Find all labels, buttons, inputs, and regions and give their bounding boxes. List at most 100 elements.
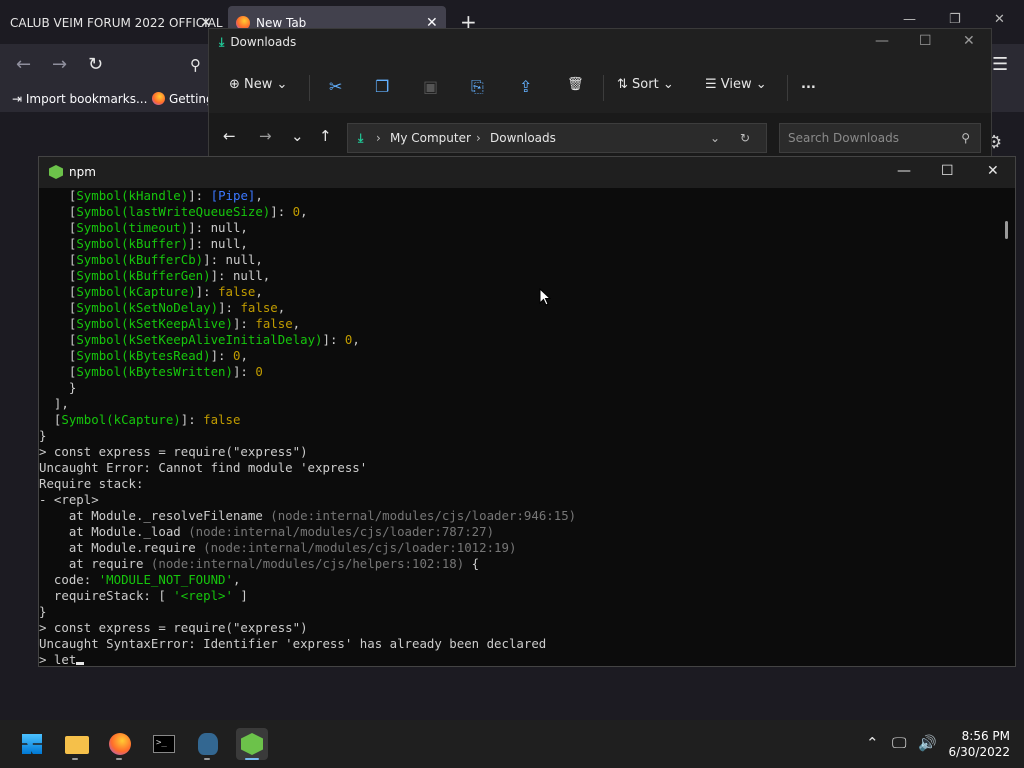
terminal-text: , (352, 332, 360, 347)
browser-tab-calub[interactable]: CALUB VEIM FORUM 2022 OFFICIAL ✕ (0, 6, 230, 40)
network-icon[interactable]: 🖵 (892, 734, 906, 752)
terminal-text: ]: null, (188, 220, 248, 235)
divider (603, 75, 604, 101)
firefox-icon (152, 92, 165, 105)
terminal-text: ]: (218, 300, 241, 315)
view-icon: ☰ (705, 77, 721, 92)
close-icon[interactable]: ✕ (963, 33, 975, 49)
address-bar[interactable]: ⤓ › My Computer › Downloads ⌄ ↻ (347, 123, 767, 153)
terminal-line: at require (node:internal/modules/cjs/he… (39, 556, 999, 572)
cut-icon[interactable]: ✂ (329, 77, 342, 96)
sort-button[interactable]: ⇅ Sort ⌄ (617, 77, 674, 92)
terminal-text: [ (39, 268, 77, 283)
back-icon[interactable]: ← (223, 127, 236, 145)
taskbar-terminal[interactable]: >_ (148, 728, 180, 760)
close-icon[interactable]: ✕ (987, 163, 999, 179)
terminal-text: at Module._resolveFilename (39, 508, 271, 523)
maximize-icon[interactable]: ☐ (919, 33, 932, 49)
terminal-text: [ (39, 252, 77, 267)
bookmark-import[interactable]: ⇥ Import bookmarks... (12, 86, 147, 112)
view-button[interactable]: ☰ View ⌄ (705, 77, 767, 92)
minimize-icon[interactable]: — (875, 33, 889, 49)
taskbar-postgres[interactable] (192, 728, 224, 760)
chevron-up-icon[interactable]: ⌃ (866, 734, 879, 752)
terminal-text: ]: (232, 364, 256, 379)
bookmark-getting-started[interactable]: Getting (152, 86, 214, 112)
system-clock[interactable]: 8:56 PM 6/30/2022 (946, 728, 1010, 760)
copy-icon[interactable]: ❐ (375, 77, 389, 96)
terminal-text: Symbol(kCapture) (61, 412, 181, 427)
search-input[interactable]: Search Downloads ⚲ (779, 123, 981, 153)
share-icon[interactable]: ⇪ (519, 77, 532, 96)
recent-dropdown-icon[interactable]: ⌄ (291, 127, 304, 145)
rename-icon[interactable]: ⎘ (471, 77, 484, 97)
terminal-text: false (255, 316, 293, 331)
terminal-text: , (240, 348, 248, 363)
terminal-text: Symbol(kBufferGen) (76, 268, 211, 283)
breadcrumb-my-computer[interactable]: My Computer (390, 124, 471, 152)
explorer-title: ⤓ Downloads (219, 35, 297, 49)
terminal-text: Symbol(timeout) (76, 220, 189, 235)
delete-icon[interactable]: 🗑 (567, 77, 584, 92)
terminal-text: Symbol(kSetKeepAliveInitialDelay) (76, 332, 323, 347)
terminal-text: at require (39, 556, 151, 571)
folder-icon (65, 736, 89, 754)
running-indicator (245, 758, 259, 760)
terminal-text: > let (39, 652, 77, 666)
terminal-text: ]: null, (210, 268, 271, 283)
terminal-line: [Symbol(kBuffer)]: null, (39, 236, 999, 252)
terminal-line: [Symbol(kSetNoDelay)]: false, (39, 300, 999, 316)
close-icon[interactable]: ✕ (994, 12, 1005, 27)
reload-icon[interactable]: ↻ (88, 54, 103, 75)
more-options-button[interactable]: ... (801, 77, 816, 92)
scrollbar-thumb[interactable] (1005, 221, 1008, 239)
terminal-text: } (39, 380, 77, 395)
paste-icon[interactable]: ▣ (423, 77, 438, 96)
terminal-window: npm — ☐ ✕ [Symbol(kHandle)]: [Pipe], [Sy… (38, 156, 1016, 667)
terminal-text: (node:internal/modules/cjs/loader:787:27… (188, 524, 495, 539)
terminal-text: Symbol(kBuffer) (76, 236, 189, 251)
maximize-icon[interactable]: ☐ (941, 163, 954, 179)
terminal-text: [ (39, 236, 77, 251)
terminal-line: at Module._load (node:internal/modules/c… (39, 524, 999, 540)
terminal-text: (node:internal/modules/cjs/loader:946:15… (270, 508, 577, 523)
text-cursor (76, 662, 85, 665)
terminal-line: ], (39, 396, 999, 412)
explorer-address-row: ← → ⌄ ↑ ⤓ › My Computer › Downloads ⌄ ↻ … (209, 113, 991, 159)
back-icon[interactable]: ← (16, 54, 31, 75)
nodejs-icon (49, 165, 63, 179)
menu-icon[interactable]: ☰ (992, 54, 1008, 75)
terminal-text: , (232, 572, 241, 587)
chevron-down-icon[interactable]: ⌄ (710, 124, 720, 152)
terminal-output[interactable]: [Symbol(kHandle)]: [Pipe], [Symbol(lastW… (39, 188, 999, 666)
terminal-line: > const express = require("express") (39, 620, 999, 636)
new-button[interactable]: ⊕ New ⌄ (229, 77, 287, 92)
minimize-icon[interactable]: — (897, 163, 911, 179)
terminal-text: Symbol(kSetNoDelay) (76, 300, 219, 315)
explorer-toolbar: ⊕ New ⌄ ✂ ❐ ▣ ⎘ ⇪ 🗑 ⇅ Sort ⌄ ☰ View ⌄ ..… (209, 67, 991, 107)
up-icon[interactable]: ↑ (319, 127, 332, 145)
running-indicator (204, 758, 210, 760)
terminal-text: Require stack: (39, 476, 144, 491)
terminal-line: - <repl> (39, 492, 999, 508)
refresh-icon[interactable]: ↻ (740, 124, 750, 152)
volume-icon[interactable]: 🔊 (918, 734, 937, 752)
terminal-line: Uncaught SyntaxError: Identifier 'expres… (39, 636, 999, 652)
plus-icon: ⊕ (229, 77, 245, 92)
taskbar-nodejs[interactable] (236, 728, 268, 760)
terminal-text: (node:internal/modules/cjs/helpers:102:1… (150, 556, 465, 571)
taskbar-firefox[interactable] (104, 728, 136, 760)
terminal-text: false (203, 412, 241, 427)
terminal-text: } (39, 604, 47, 619)
forward-icon[interactable]: → (52, 54, 67, 75)
start-button[interactable] (16, 728, 48, 760)
minimize-icon[interactable]: — (903, 12, 916, 27)
forward-icon[interactable]: → (259, 127, 272, 145)
running-indicator (72, 758, 78, 760)
search-icon[interactable]: ⚲ (190, 56, 201, 74)
download-icon: ⤓ (358, 131, 364, 145)
breadcrumb-downloads[interactable]: Downloads (490, 124, 556, 152)
taskbar-file-explorer[interactable] (60, 728, 92, 760)
restore-icon[interactable]: ❐ (949, 12, 961, 27)
terminal-text: [ (39, 412, 62, 427)
